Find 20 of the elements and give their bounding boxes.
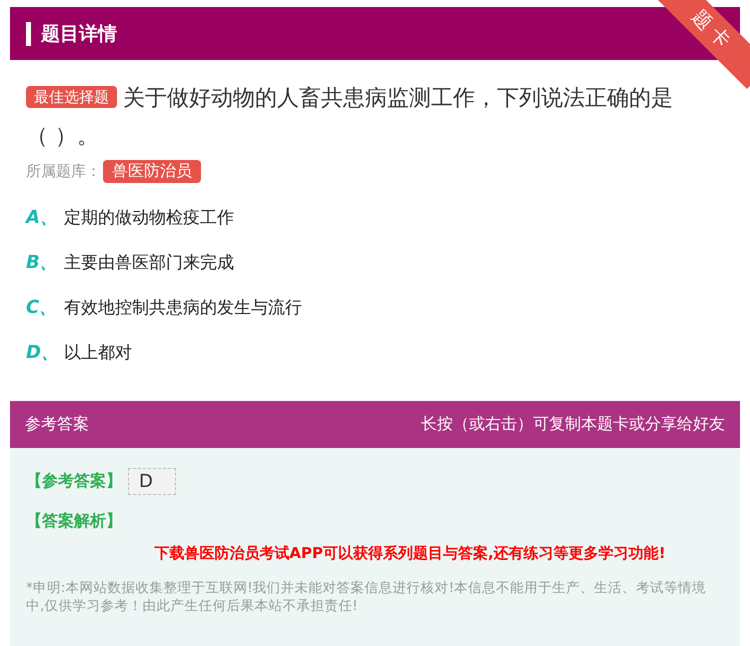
option-text: 主要由兽医部门来完成 [64, 252, 234, 274]
answer-value: D [128, 468, 176, 495]
copy-hint: 长按（或右击）可复制本题卡或分享给好友 [421, 414, 725, 435]
bank-label: 所属题库： [26, 162, 101, 181]
header-title: 题目详情 [41, 22, 117, 46]
option-text: 有效地控制共患病的发生与流行 [64, 296, 302, 318]
option-letter: D、 [26, 341, 54, 364]
question-type-tag: 最佳选择题 [26, 86, 117, 108]
analysis-label: 【答案解析】 [26, 511, 123, 532]
option-letter: A、 [26, 206, 54, 229]
answer-bar-title: 参考答案 [25, 414, 89, 435]
disclaimer-text: *申明:本网站数据收集整理于互联网!我们并未能对答案信息进行核对!本信息不能用于生产、生活、考试等情境中,仅供学习参考！由此产生任何后果本站不承担责任! [26, 579, 708, 615]
option-letter: B、 [26, 251, 54, 274]
option-text: 定期的做动物检疫工作 [64, 206, 234, 228]
answer-label: 【参考答案】 [26, 471, 122, 492]
option-text: 以上都对 [64, 342, 132, 364]
option-letter: C、 [26, 296, 54, 319]
bank-tag[interactable]: 兽医防治员 [103, 160, 201, 183]
accent-bar [26, 22, 31, 46]
promo-text: 下载兽医防治员考试APP可以获得系列题目与答案,还有练习等更多学习功能! [153, 544, 667, 563]
